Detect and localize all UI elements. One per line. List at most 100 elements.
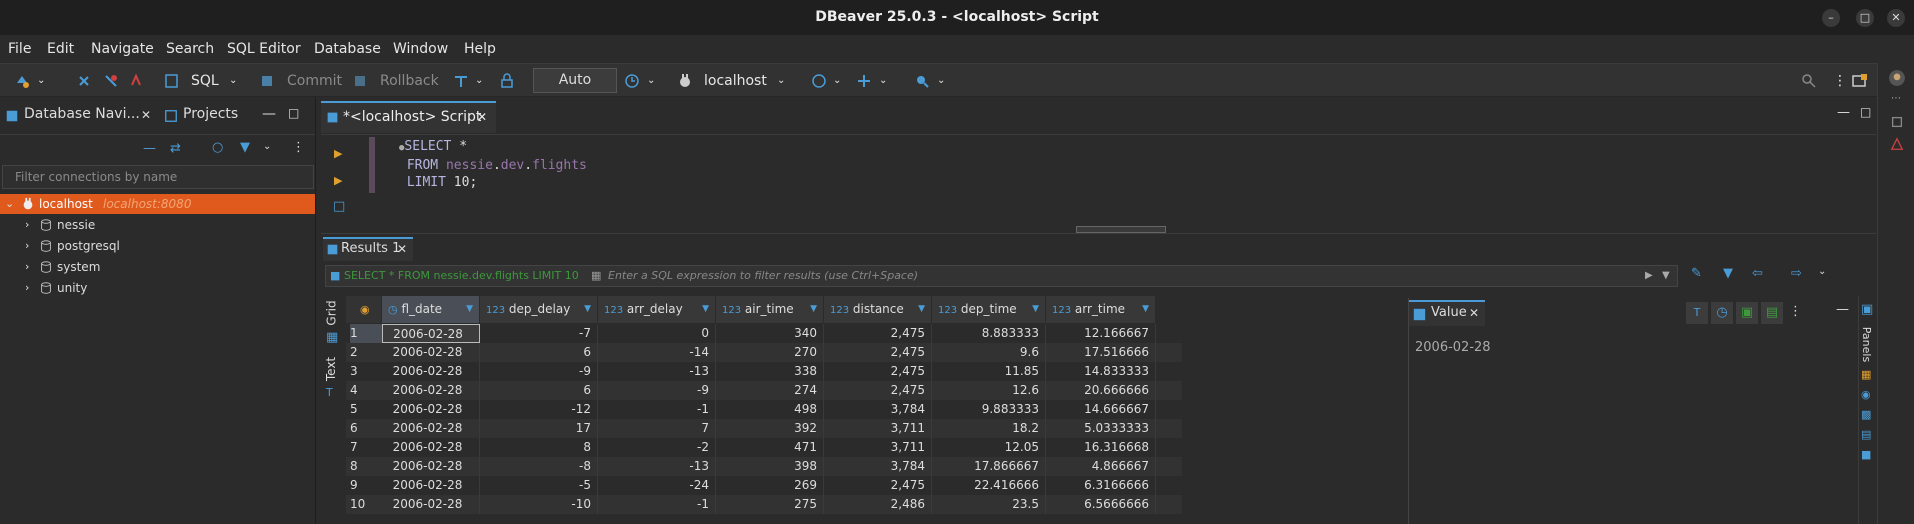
menu-database[interactable]: Database xyxy=(314,41,381,57)
chevron-down-icon[interactable]: ⌄ xyxy=(879,70,887,92)
table-cell[interactable]: 17 xyxy=(480,419,598,438)
close-icon[interactable]: ✕ xyxy=(141,108,151,122)
table-cell[interactable]: 12.166667 xyxy=(1046,324,1156,343)
select-all-icon[interactable]: ◉ xyxy=(360,296,370,323)
text-view-tab[interactable]: Text xyxy=(324,357,338,381)
chevron-down-icon[interactable]: ⌄ xyxy=(777,70,785,92)
table-cell[interactable]: 2006-02-28 xyxy=(382,362,480,381)
filter-icon[interactable]: ▼ xyxy=(240,140,250,155)
filter-icon[interactable]: ▼ xyxy=(1723,266,1733,281)
table-cell[interactable]: -13 xyxy=(598,457,716,476)
table-cell[interactable]: 2006-02-28 xyxy=(382,381,480,400)
table-cell[interactable]: 3,784 xyxy=(824,457,932,476)
back-icon[interactable]: ⇦ xyxy=(1752,266,1763,281)
lock-icon[interactable] xyxy=(499,73,515,89)
commit-button[interactable]: Commit xyxy=(287,70,342,92)
table-cell[interactable]: 3,784 xyxy=(824,400,932,419)
tab-projects[interactable]: Projects xyxy=(183,106,238,122)
table-row[interactable]: 9 2006-02-28 -5 -24 269 2,475 22.416666 6.31666… xyxy=(346,476,1182,495)
table-cell[interactable]: 22.416666 xyxy=(932,476,1046,495)
table-cell[interactable]: 2006-02-28 xyxy=(382,438,480,457)
chevron-down-icon[interactable]: ⌄ xyxy=(475,70,483,92)
row-number[interactable]: 6 xyxy=(350,419,384,438)
metadata-icon[interactable]: ▦ xyxy=(1861,368,1871,381)
row-number[interactable]: 7 xyxy=(350,438,384,457)
table-cell[interactable]: 20.666666 xyxy=(1046,381,1156,400)
table-cell[interactable]: 8.883333 xyxy=(932,324,1046,343)
table-cell[interactable]: 340 xyxy=(716,324,824,343)
table-cell[interactable]: -10 xyxy=(480,495,598,514)
chevron-down-icon[interactable]: ⌄ xyxy=(937,70,945,92)
row-number[interactable]: 9 xyxy=(350,476,384,495)
connection-icon[interactable] xyxy=(677,73,693,89)
sort-icon[interactable]: ▼ xyxy=(584,296,591,323)
minimize-icon[interactable]: — xyxy=(1836,302,1849,317)
grid-view-tab[interactable]: Grid xyxy=(325,300,339,325)
table-cell[interactable]: 16.316668 xyxy=(1046,438,1156,457)
dbeaver-logo-icon[interactable] xyxy=(1888,69,1906,87)
sort-icon[interactable]: ▼ xyxy=(810,296,817,323)
explain-plan-icon[interactable]: □ xyxy=(333,199,345,214)
commit-icon[interactable] xyxy=(260,73,276,89)
database-icon[interactable] xyxy=(856,73,872,89)
sql-button[interactable]: SQL xyxy=(191,70,219,92)
table-cell[interactable]: 274 xyxy=(716,381,824,400)
table-cell[interactable]: 2,475 xyxy=(824,324,932,343)
maximize-icon[interactable]: □ xyxy=(1856,9,1874,27)
execute-statement-icon[interactable]: ▶ xyxy=(334,147,342,160)
connect-icon[interactable] xyxy=(76,73,92,89)
table-cell[interactable]: 392 xyxy=(716,419,824,438)
table-cell[interactable]: 2006-02-28 xyxy=(382,343,480,362)
table-cell[interactable]: 14.666667 xyxy=(1046,400,1156,419)
column-header-arr-time[interactable]: 123 arr_time ▼ xyxy=(1046,296,1156,323)
row-number[interactable]: 5 xyxy=(350,400,384,419)
apply-filter-icon[interactable]: ▶ xyxy=(1645,266,1653,286)
table-cell[interactable]: 338 xyxy=(716,362,824,381)
table-cell[interactable]: -2 xyxy=(598,438,716,457)
tree-item-nessie[interactable]: › nessie xyxy=(0,215,315,235)
table-row[interactable]: 2 2006-02-28 6 -14 270 2,475 9.6 17.516666 xyxy=(346,343,1182,362)
panels-label[interactable]: Panels xyxy=(1860,327,1873,362)
invalidate-icon[interactable] xyxy=(128,73,144,89)
tab-localhost-script[interactable]: *<localhost> Script ✕ xyxy=(321,101,496,133)
text-format-icon[interactable]: T xyxy=(1686,302,1708,324)
chevron-down-icon[interactable]: ⌄ xyxy=(5,194,14,214)
table-row[interactable]: 3 2006-02-28 -9 -13 338 2,475 11.85 14.833333 xyxy=(346,362,1182,381)
maximize-icon[interactable]: □ xyxy=(1860,105,1871,119)
table-cell[interactable]: 270 xyxy=(716,343,824,362)
auto-commit-box[interactable]: Auto xyxy=(533,68,617,93)
minimize-icon[interactable]: — xyxy=(1837,105,1850,120)
rollback-icon[interactable] xyxy=(353,73,369,89)
sort-icon[interactable]: ▼ xyxy=(1142,296,1149,323)
tab-database-navigator[interactable]: Database Navi... xyxy=(24,106,140,122)
menu-search[interactable]: Search xyxy=(166,41,214,57)
table-cell[interactable]: 9.6 xyxy=(932,343,1046,362)
table-cell[interactable]: 8 xyxy=(480,438,598,457)
table-cell[interactable]: 498 xyxy=(716,400,824,419)
save-to-file-icon[interactable]: ▤ xyxy=(1761,302,1783,324)
table-cell[interactable]: -5 xyxy=(480,476,598,495)
sql-code[interactable]: ●SELECT * FROM nessie.dev.flights LIMIT … xyxy=(399,138,587,191)
chevron-down-icon[interactable]: ⌄ xyxy=(263,141,271,152)
chevron-down-icon[interactable]: ⌄ xyxy=(647,70,655,92)
menu-edit[interactable]: Edit xyxy=(47,41,74,57)
menu-window[interactable]: Window xyxy=(393,41,448,57)
table-cell[interactable]: 275 xyxy=(716,495,824,514)
table-cell[interactable]: 17.866667 xyxy=(932,457,1046,476)
schema-icon[interactable] xyxy=(811,73,827,89)
new-connection-icon[interactable] xyxy=(14,73,30,89)
table-cell[interactable]: 2006-02-28 xyxy=(382,457,480,476)
chevron-down-icon[interactable]: ⌄ xyxy=(229,70,237,92)
tab-results-1[interactable]: Results 1 ✕ xyxy=(323,237,413,261)
table-cell[interactable]: -24 xyxy=(598,476,716,495)
calc-icon[interactable]: ▩ xyxy=(1861,408,1871,421)
close-icon[interactable]: ✕ xyxy=(1887,9,1905,27)
rollback-button[interactable]: Rollback xyxy=(380,70,439,92)
row-number[interactable]: 1 xyxy=(350,324,384,343)
table-cell[interactable]: 2,475 xyxy=(824,362,932,381)
chevron-down-icon[interactable]: ▼ xyxy=(1662,266,1670,286)
table-cell[interactable]: 7 xyxy=(598,419,716,438)
filter-connections-input[interactable]: Filter connections by name xyxy=(2,165,314,189)
panels-icon[interactable]: ▣ xyxy=(1861,302,1873,317)
chevron-down-icon[interactable]: ⌄ xyxy=(1818,266,1826,277)
